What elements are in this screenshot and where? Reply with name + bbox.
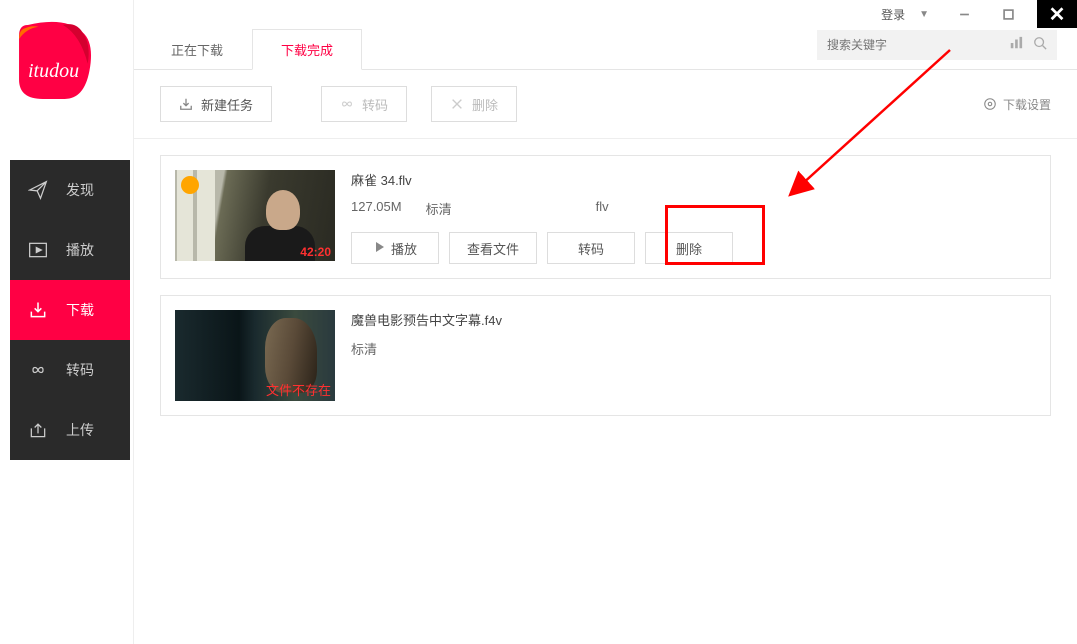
settings-label: 下载设置 [1003,96,1051,113]
button-label: 新建任务 [201,95,253,114]
sidebar-label: 发现 [66,180,94,200]
login-dropdown-icon[interactable]: ▼ [919,9,929,20]
transcode-button[interactable]: 转码 [321,86,407,122]
sidebar-item-upload[interactable]: 上传 [10,400,130,460]
quality-label: 标清 [351,339,377,358]
infinity-icon [28,360,48,380]
filename-label: 魔兽电影预告中文字幕.f4v [351,310,1036,329]
item-transcode-button[interactable]: 转码 [547,232,635,264]
upload-icon [28,420,48,440]
login-link[interactable]: 登录 [881,6,905,23]
list-item: 42:20 麻雀 34.flv 127.05M 标清 flv 播放 查看文件 转… [160,155,1051,279]
play-button[interactable]: 播放 [351,232,439,264]
play-icon [373,241,385,256]
sidebar-item-discover[interactable]: 发现 [10,160,130,220]
thumbnail[interactable]: 文件不存在 [175,310,335,401]
download-list: 42:20 麻雀 34.flv 127.05M 标清 flv 播放 查看文件 转… [134,139,1077,432]
duration-label: 42:20 [300,245,331,259]
thumbnail[interactable]: 42:20 [175,170,335,261]
sidebar-label: 下载 [66,300,94,320]
format-label: flv [596,199,609,218]
toolbar: 新建任务 转码 删除 下载设置 [134,70,1077,139]
sidebar-item-download[interactable]: 下载 [10,280,130,340]
maximize-button[interactable] [993,0,1023,28]
delete-button[interactable]: 删除 [431,86,517,122]
minimize-button[interactable] [949,0,979,28]
app-logo: itudou [12,18,100,106]
sidebar: 发现 播放 下载 转码 上传 [10,160,130,460]
tab-completed[interactable]: 下载完成 [252,29,362,70]
stats-icon[interactable] [1009,36,1023,55]
new-task-button[interactable]: 新建任务 [160,86,272,122]
paper-plane-icon [28,180,48,200]
search-icon[interactable] [1033,36,1047,55]
sidebar-item-play[interactable]: 播放 [10,220,130,280]
quality-label: 标清 [426,199,452,218]
button-label: 删除 [472,95,498,114]
button-label: 转码 [362,95,388,114]
search-box [817,30,1057,60]
sidebar-label: 上传 [66,420,94,440]
search-input[interactable] [827,38,1009,52]
filesize-label: 127.05M [351,199,402,218]
error-label: 文件不存在 [266,380,331,399]
play-rect-icon [28,240,48,260]
button-label: 播放 [391,239,417,258]
close-button[interactable]: ✕ [1037,0,1077,28]
sidebar-item-transcode[interactable]: 转码 [10,340,130,400]
list-item: 文件不存在 魔兽电影预告中文字幕.f4v 标清 [160,295,1051,416]
channel-badge-icon [181,176,199,194]
file-meta: 标清 [351,339,1036,358]
filename-label: 麻雀 34.flv [351,170,1036,189]
logo-text: itudou [28,60,79,83]
sidebar-label: 播放 [66,240,94,260]
download-icon [28,300,48,320]
tab-downloading[interactable]: 正在下载 [142,29,252,70]
sidebar-label: 转码 [66,360,94,380]
file-meta: 127.05M 标清 flv [351,199,1036,218]
item-delete-button[interactable]: 删除 [645,232,733,264]
view-file-button[interactable]: 查看文件 [449,232,537,264]
download-settings-link[interactable]: 下载设置 [983,96,1051,113]
